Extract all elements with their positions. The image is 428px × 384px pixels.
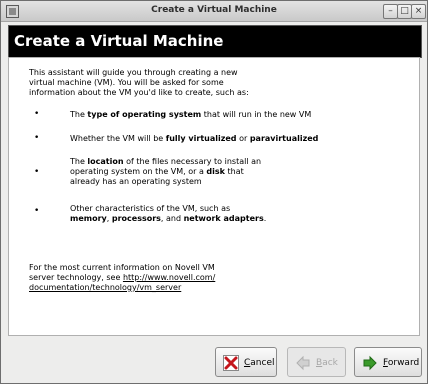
bullet-text: or (236, 134, 250, 143)
close-button[interactable]: × (411, 4, 426, 19)
forward-button[interactable]: Forward (354, 347, 422, 377)
bullet-marker: • (34, 206, 40, 216)
cancel-label: Cancel (244, 358, 275, 368)
intro-line: This assistant will guide you through cr… (29, 68, 238, 77)
bullet-text: that (224, 167, 244, 176)
bullet-os-type: The type of operating system that will r… (70, 110, 370, 120)
forward-arrow-icon (363, 355, 377, 371)
maximize-button[interactable]: □ (397, 4, 412, 19)
bullet-install-location: The location of the files necessary to i… (70, 157, 370, 187)
bullet-text: that will run in the new VM (201, 110, 312, 119)
back-label: Back (316, 358, 338, 368)
bullet-text: The (70, 157, 88, 166)
bullet-emphasis: type of operating system (87, 110, 202, 119)
bullet-emphasis: memory (70, 214, 107, 223)
title-bar[interactable]: Create a Virtual Machine – □ × (1, 1, 427, 22)
bullet-text: . (263, 214, 267, 223)
intro-line: information about the VM you'd like to c… (29, 88, 249, 97)
wizard-banner: Create a Virtual Machine (8, 25, 422, 58)
bullet-virtualization: Whether the VM will be fully virtualized… (70, 134, 370, 144)
bullet-text: already has an operating system (70, 177, 202, 186)
cancel-x-icon (223, 355, 239, 371)
bullet-emphasis: paravirtualized (249, 134, 319, 143)
intro-line: virtual machine (VM). You will be asked … (29, 78, 224, 87)
bullet-emphasis: location (87, 157, 124, 166)
bullet-emphasis: disk (206, 167, 225, 176)
wizard-window: Create a Virtual Machine – □ × Create a … (0, 0, 428, 384)
bullet-emphasis: fully virtualized (165, 134, 237, 143)
bullet-marker: • (34, 109, 40, 119)
bullet-text: , and (160, 214, 184, 223)
bullet-emphasis: processors (111, 214, 161, 223)
bullet-text: Other characteristics of the VM, such as (70, 204, 231, 213)
bullet-text: of the files necessary to install an (123, 157, 262, 166)
docs-link[interactable]: http://www.novell.com/ (123, 273, 215, 282)
minimize-button[interactable]: – (383, 4, 398, 19)
page-heading: Create a Virtual Machine (14, 32, 224, 50)
back-button[interactable]: Back (287, 347, 346, 377)
bullet-marker: • (34, 167, 40, 177)
bullet-marker: • (34, 133, 40, 143)
cancel-label-rest: ancel (250, 358, 275, 368)
cancel-button[interactable]: Cancel (215, 347, 277, 377)
window-title: Create a Virtual Machine (151, 5, 277, 15)
bullet-text: Whether the VM will be (70, 134, 166, 143)
intro-text: This assistant will guide you through cr… (29, 68, 279, 98)
bullet-characteristics: Other characteristics of the VM, such as… (70, 204, 370, 224)
bullet-text: operating system on the VM, or a (70, 167, 207, 176)
forward-label-rest: orward (387, 358, 420, 368)
docs-link-continued[interactable]: documentation/technology/vm_server (29, 283, 181, 292)
back-label-rest: ack (322, 358, 338, 368)
footer-line: For the most current information on Nove… (29, 263, 215, 272)
bullet-text: The (70, 110, 88, 119)
footer-line: server technology, see (29, 273, 123, 282)
forward-label: Forward (383, 358, 419, 368)
footer-info: For the most current information on Nove… (29, 263, 259, 293)
wizard-content: This assistant will guide you through cr… (8, 57, 420, 336)
back-arrow-icon (296, 355, 310, 371)
bullet-emphasis: network adapters (183, 214, 264, 223)
